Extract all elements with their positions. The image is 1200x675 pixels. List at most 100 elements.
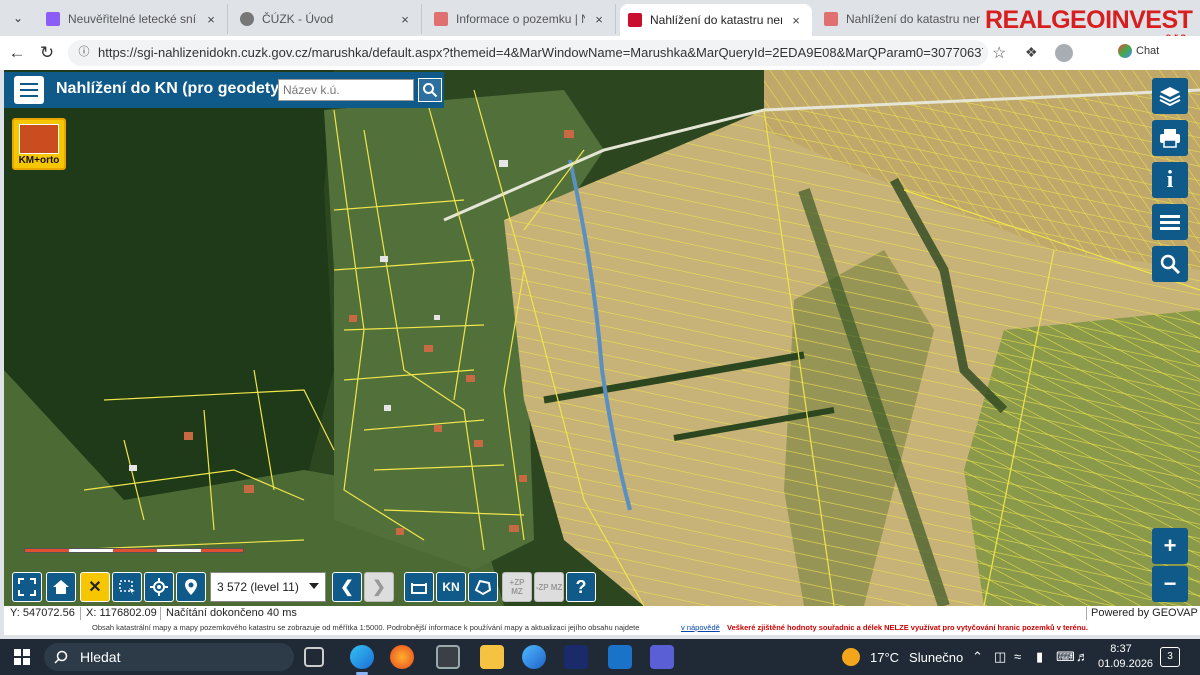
cadastral-area-search-input[interactable] [278, 79, 414, 101]
taskbar-clock[interactable]: 8:37 01.09.2026 [1098, 642, 1154, 672]
volume-icon[interactable]: ♬ [1076, 649, 1089, 664]
remove-zp-label: -ZP MZ [535, 582, 563, 592]
battery-icon[interactable]: ▮ [1036, 649, 1043, 665]
orthophoto-map[interactable] [4, 70, 1200, 606]
browser-tab-3[interactable]: Informace o pozemku | Nahlíže × [426, 4, 616, 34]
help-button[interactable]: ? [566, 572, 596, 602]
tab-close-icon[interactable]: × [203, 12, 219, 27]
reload-icon[interactable]: ↻ [36, 42, 58, 64]
layers-button[interactable] [1152, 78, 1188, 114]
browser-tab-2[interactable]: ČÚZK - Úvod × [232, 4, 422, 34]
tab-close-icon[interactable]: × [591, 12, 607, 27]
menu-hamburger-icon[interactable] [14, 76, 44, 104]
clock-date: 01.09.2026 [1098, 658, 1154, 670]
globe-app-icon[interactable] [522, 645, 546, 669]
info-button[interactable]: i [1152, 162, 1188, 198]
map-viewport[interactable] [4, 70, 1200, 606]
sun-icon [842, 648, 860, 666]
select-area-button[interactable] [112, 572, 142, 602]
chevron-right-icon: ❯ [372, 579, 386, 596]
tab-close-icon[interactable]: × [397, 12, 413, 27]
browser-tab-5[interactable]: Nahlížení do katastru nemovito [816, 4, 988, 34]
tab-title: Informace o pozemku | Nahlíže [456, 12, 585, 26]
save-disk-icon[interactable] [650, 645, 674, 669]
measure-button[interactable] [404, 572, 434, 602]
search-icon [54, 650, 68, 664]
firefox-icon[interactable] [390, 645, 414, 669]
locate-button[interactable] [144, 572, 174, 602]
draw-button[interactable] [468, 572, 498, 602]
map-disclaimer: Obsah katastrální mapy a mapy pozemkovéh… [4, 621, 1200, 635]
weather-widget[interactable]: 17°C Slunečno [842, 648, 963, 666]
disclaimer-text: Obsah katastrální mapy a mapy pozemkovéh… [92, 623, 640, 632]
taskbar-search[interactable]: Hledat [44, 643, 294, 671]
browser-tab-4-active[interactable]: Nahlížení do katastru nemovito × [620, 4, 812, 36]
file-explorer-icon[interactable] [480, 645, 504, 669]
profile-avatar[interactable] [1055, 44, 1073, 62]
fullscreen-button[interactable] [12, 572, 42, 602]
remove-zp-button[interactable]: -ZP MZ [534, 572, 564, 602]
temperature: 17°C [870, 649, 900, 665]
next-view-button[interactable]: ❯ [364, 572, 394, 602]
brand-name-b: GEOINVEST [1051, 6, 1193, 34]
url-field[interactable]: ⓘ https://sgi-nahlizenidokn.cuzk.gov.cz/… [68, 40, 988, 66]
map-thumbnail-icon [19, 124, 59, 154]
tray-chevron-icon[interactable]: ⌃ [972, 649, 983, 665]
home-button[interactable] [46, 572, 76, 602]
site-info-icon[interactable]: ⓘ [76, 44, 92, 60]
home-icon [53, 580, 69, 594]
tray-device-icon[interactable]: ◫ [994, 649, 1006, 665]
back-arrow-icon[interactable]: ← [6, 42, 28, 64]
notification-center-icon[interactable]: 3 [1160, 647, 1180, 667]
print-button[interactable] [1152, 120, 1188, 156]
tab-title: Nahlížení do katastru nemovito [650, 13, 782, 27]
chat-button[interactable]: Chat [1118, 44, 1159, 58]
flag-app-icon[interactable] [564, 645, 588, 669]
map-pin-icon [185, 579, 197, 595]
wifi-icon[interactable]: ≈ [1014, 649, 1021, 664]
app-title: Nahlížení do KN (pro geodety) [56, 80, 285, 97]
zoom-out-button[interactable]: − [1152, 566, 1188, 602]
map-status-bar: Y: 547072.56 X: 1176802.09 Načítání doko… [4, 606, 1200, 621]
task-view-icon[interactable] [304, 647, 324, 667]
zoom-level-value: 3 572 (level 11) [217, 580, 299, 594]
tab-actions-chevron-icon[interactable]: ⌄ [6, 6, 30, 30]
help-link[interactable]: v nápovědě [681, 623, 720, 632]
edge-browser-icon[interactable] [350, 645, 374, 669]
app-header: Nahlížení do KN (pro geodety) [4, 72, 444, 108]
keyboard-icon[interactable]: ⌨ [1056, 649, 1075, 665]
favorite-star-icon[interactable]: ☆ [992, 43, 1006, 63]
x-coordinate: X: 1176802.09 [86, 607, 157, 619]
find-button[interactable] [1152, 246, 1188, 282]
chevron-left-icon: ❮ [340, 579, 354, 596]
legend-button[interactable] [1152, 204, 1188, 240]
tab-close-icon[interactable]: × [788, 13, 804, 28]
tab-title: ČÚZK - Úvod [262, 12, 334, 26]
place-marker-button[interactable] [176, 572, 206, 602]
minus-icon: − [1163, 571, 1177, 596]
tab-title: Nahlížení do katastru nemovito [846, 12, 980, 26]
add-zp-button[interactable]: +ZP MZ [502, 572, 532, 602]
taskbar-search-label: Hledat [80, 649, 121, 665]
store-icon[interactable] [436, 645, 460, 669]
browser-address-bar: ← ↻ ⓘ https://sgi-nahlizenidokn.cuzk.gov… [0, 36, 1200, 70]
clear-selection-button[interactable]: ✕ [80, 572, 110, 602]
powered-by: Powered by GEOVAP [1091, 607, 1198, 619]
outlook-icon[interactable] [608, 645, 632, 669]
zoom-in-button[interactable]: + [1152, 528, 1188, 564]
search-button[interactable] [418, 78, 442, 102]
browser-tab-1[interactable]: Neuvěřitelné letecké snímky sv × [38, 4, 228, 34]
scale-bar [24, 548, 244, 553]
magnifier-icon [1160, 254, 1181, 275]
tab-favicon-icon [628, 13, 642, 27]
km-orto-layer-button[interactable]: KM+orto [12, 118, 66, 170]
layers-icon [1159, 87, 1181, 107]
zoom-level-select[interactable]: 3 572 (level 11) [210, 572, 326, 602]
dropdown-arrow-icon [309, 583, 319, 589]
windows-start-icon[interactable] [14, 649, 30, 665]
tab-favicon-icon [240, 12, 254, 26]
previous-view-button[interactable]: ❮ [332, 572, 362, 602]
favorites-icon[interactable]: ❖ [1025, 44, 1038, 61]
kn-button[interactable]: KN [436, 572, 466, 602]
chat-label: Chat [1136, 45, 1160, 57]
